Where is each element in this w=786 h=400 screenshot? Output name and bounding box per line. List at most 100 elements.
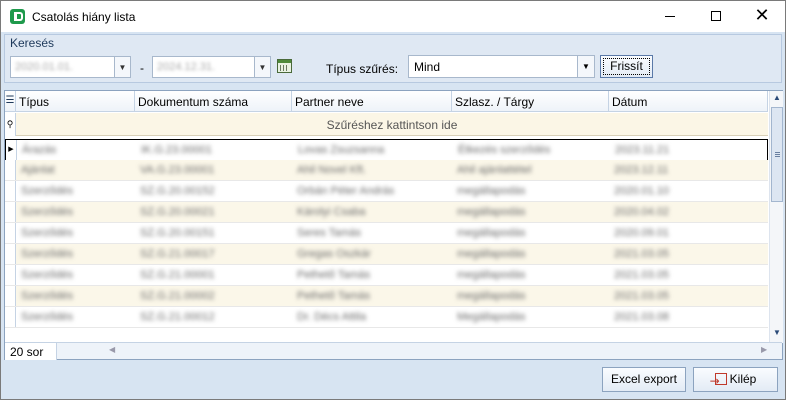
table-cell: Szerződés [21, 290, 73, 302]
window: Csatolás hiány lista ✕ Keresés 2020.01.0… [0, 0, 786, 400]
table-cell: VA.G.23.00001 [140, 164, 215, 176]
table-cell: Megállapodás [457, 311, 526, 323]
table-cell: Pethető Tamás [297, 269, 371, 281]
table-cell: SZ.G.21.00002 [140, 290, 215, 302]
maximize-icon [711, 11, 721, 21]
excel-export-button[interactable]: Excel export [602, 367, 686, 392]
column-header-date[interactable]: Dátum [609, 91, 768, 112]
scrollbar-thumb[interactable] [771, 107, 783, 202]
table-cell: 2021.03.05 [614, 248, 670, 260]
exit-button[interactable]: Kilép [693, 367, 778, 393]
filter-pin-icon: ⚲ [5, 113, 16, 136]
table-cell: megállapodás [457, 206, 526, 218]
table-cell: SZ.G.20.00152 [140, 185, 215, 197]
minimize-icon [665, 15, 675, 17]
table-cell: Árazás [22, 144, 57, 156]
table-cell: SZ.G.20.00021 [140, 206, 215, 218]
vertical-scrollbar[interactable]: ▲ ▼ [769, 91, 783, 343]
table-cell: 2021.03.05 [614, 290, 670, 302]
table-row[interactable]: Szerződés SZ.G.21.00012 Dr. Décs Attila Meg… [5, 307, 768, 328]
calendar-icon[interactable] [277, 59, 292, 73]
table-row[interactable]: Szerződés SZ.G.21.00002 Pethető Tamás megál… [5, 286, 768, 307]
table-cell: Lovas Zsuzsanna [298, 144, 385, 156]
table-cell: SZ.G.21.00001 [140, 269, 215, 281]
table-cell: Szerződés [21, 227, 73, 239]
table-cell: megállapodás [457, 269, 526, 281]
close-button[interactable]: ✕ [739, 1, 785, 31]
grid-footer: 20 sor ◀ ▶ [5, 342, 782, 360]
scroll-down-icon[interactable]: ▼ [770, 326, 784, 340]
window-title: Csatolás hiány lista [32, 10, 136, 24]
table-cell: Ahil Novel Kft. [297, 164, 367, 176]
column-chooser-icon[interactable]: ☰ [5, 91, 16, 112]
column-header-doc-number[interactable]: Dokumentum száma [135, 91, 292, 112]
column-header-partner[interactable]: Partner neve [292, 91, 452, 112]
table-cell: 2021.03.08 [614, 311, 670, 323]
row-indicator [5, 160, 16, 180]
table-cell: 2021.03.05 [614, 269, 670, 281]
table-cell: Szerződés [21, 185, 73, 197]
scroll-right-icon[interactable]: ▶ [761, 345, 767, 354]
table-cell: megállapodás [457, 185, 526, 197]
table-row[interactable]: Szerződés SZ.G.20.00151 Seres Tamás megálla… [5, 223, 768, 244]
table-cell: megállapodás [457, 227, 526, 239]
row-indicator [5, 307, 16, 327]
table-cell: megállapodás [457, 248, 526, 260]
row-count: 20 sor [5, 343, 57, 360]
table-cell: SZ.G.20.00151 [140, 227, 215, 239]
column-header-type[interactable]: Típus [16, 91, 135, 112]
date-from-dropdown[interactable]: ▼ [114, 56, 131, 78]
table-cell: SZ.G.21.00012 [140, 311, 215, 323]
minimize-button[interactable] [647, 1, 693, 31]
row-indicator [5, 286, 16, 306]
table-cell: Szerződés [21, 269, 73, 281]
date-to-dropdown[interactable]: ▼ [254, 56, 271, 78]
table-row[interactable]: Ajánlat VA.G.23.00001 Ahil Novel Kft. Ahil … [5, 160, 768, 181]
type-filter-label: Típus szűrés: [326, 62, 399, 76]
table-cell: Szerződés [21, 206, 73, 218]
table-cell: Szerződés [21, 311, 73, 323]
row-indicator [5, 202, 16, 222]
table-cell: 2020.01.10 [614, 185, 670, 197]
table-cell: IK.G.23.00001 [141, 144, 212, 156]
table-cell: Dr. Décs Attila [297, 311, 367, 323]
type-filter-dropdown[interactable]: ▼ [577, 55, 595, 78]
table-row[interactable]: Szerződés SZ.G.20.00021 Károlyi Csaba megál… [5, 202, 768, 223]
row-indicator [5, 265, 16, 285]
table-cell: Gregas Oszkár [297, 248, 371, 260]
row-indicator: ▶ [6, 140, 17, 160]
table-cell: SZ.G.21.00017 [140, 248, 215, 260]
maximize-button[interactable] [693, 1, 739, 31]
date-from-value: 2020.01.01. [15, 61, 74, 73]
table-cell: Ajánlat [21, 164, 55, 176]
table-row[interactable]: Szerződés SZ.G.21.00017 Gregas Oszkár megál… [5, 244, 768, 265]
table-row[interactable]: Szerződés SZ.G.21.00001 Pethető Tamás megál… [5, 265, 768, 286]
date-to-value: 2024.12.31. [157, 61, 216, 73]
scroll-left-icon[interactable]: ◀ [109, 345, 115, 354]
date-separator: - [140, 61, 144, 75]
exit-icon [710, 370, 727, 393]
row-indicator [5, 181, 16, 201]
date-to-field[interactable]: 2024.12.31. [152, 56, 255, 78]
table-cell: Károlyi Csaba [297, 206, 366, 218]
type-filter-select[interactable]: Mind [408, 55, 578, 78]
table-cell: Szerződés [21, 248, 73, 260]
scroll-up-icon[interactable]: ▲ [770, 91, 784, 105]
table-cell: Pethető Tamás [297, 290, 371, 302]
table-row[interactable]: Szerződés SZ.G.20.00152 Orbán Péter András… [5, 181, 768, 202]
table-row[interactable]: ▶ Árazás IK.G.23.00001 Lovas Zsuzsanna Étkez… [5, 139, 768, 161]
column-header-subject[interactable]: Szlasz. / Tárgy [452, 91, 609, 112]
auto-filter-row[interactable]: ⚲ Szűréshez kattintson ide [5, 113, 768, 136]
search-caption: Keresés [10, 36, 55, 50]
table-cell: Orbán Péter András [297, 185, 395, 197]
date-from-field[interactable]: 2020.01.01. [10, 56, 115, 78]
chevron-down-icon: ▼ [582, 62, 590, 71]
table-cell: megállapodás [457, 290, 526, 302]
table-cell: Seres Tamás [297, 227, 361, 239]
close-icon: ✕ [754, 5, 770, 26]
table-cell: 2023.11.21 [615, 144, 670, 156]
table-cell: 2020.04.02 [614, 206, 670, 218]
refresh-button[interactable]: Frissít [600, 55, 653, 78]
table-cell: 2020.09.01 [614, 227, 670, 239]
row-indicator [5, 244, 16, 264]
